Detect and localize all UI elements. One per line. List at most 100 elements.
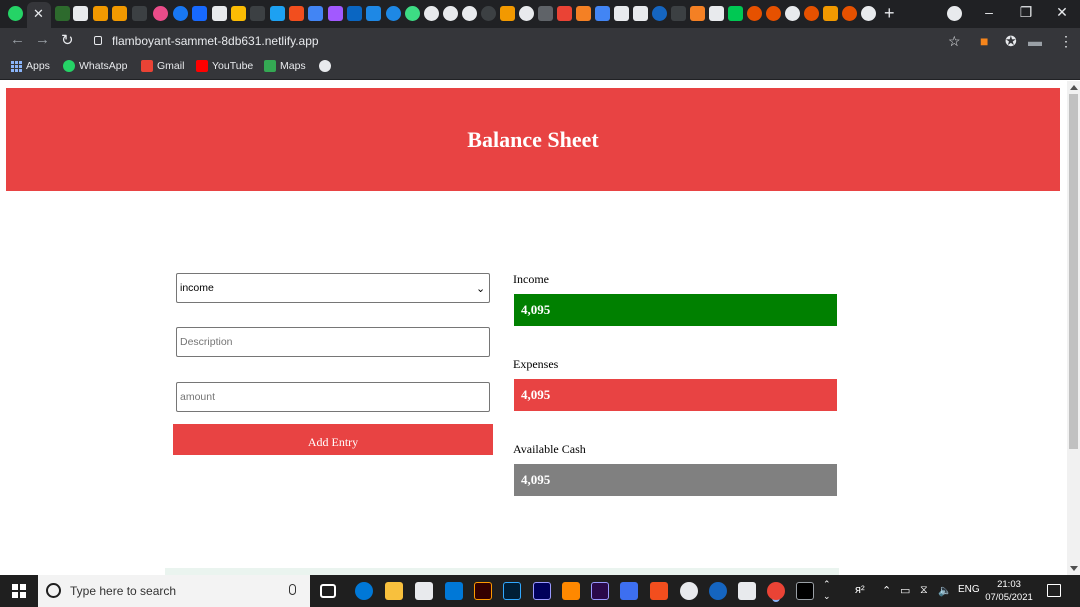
bookmark-whatsapp[interactable]: WhatsApp (63, 60, 127, 72)
volume-icon[interactable]: 🔈 (938, 584, 952, 597)
gmail-tab-icon[interactable] (557, 6, 572, 21)
tab-icon[interactable] (424, 6, 439, 21)
vertical-scrollbar[interactable] (1067, 81, 1080, 575)
scroll-up-arrow-icon[interactable] (1070, 85, 1078, 90)
behance-tab-icon[interactable] (192, 6, 207, 21)
tab-icon[interactable] (73, 6, 88, 21)
tab-icon[interactable] (366, 6, 381, 21)
tab-icon[interactable] (405, 6, 420, 21)
app-icon[interactable] (620, 582, 638, 600)
reload-icon[interactable]: ↻ (61, 31, 74, 49)
battery-icon[interactable]: ▭ (900, 584, 910, 597)
after-effects-icon[interactable] (533, 582, 551, 600)
tab-icon[interactable] (462, 6, 477, 21)
tab-icon[interactable] (614, 6, 629, 21)
tab-icon[interactable] (671, 6, 686, 21)
tab-icon[interactable] (842, 6, 857, 21)
show-hidden-icons[interactable]: ⌃ (882, 584, 891, 597)
terminal-icon[interactable] (796, 582, 814, 600)
extensions-icon[interactable]: ✪ (1005, 33, 1017, 50)
tab-icon[interactable] (690, 6, 705, 21)
file-explorer-icon[interactable] (385, 582, 403, 600)
extension-icon[interactable]: ▬ (1028, 33, 1042, 49)
description-input[interactable] (176, 327, 490, 357)
people-icon[interactable]: я² (855, 584, 865, 596)
twitter-tab-icon[interactable] (270, 6, 285, 21)
figma-tab-icon[interactable] (289, 6, 304, 21)
tab-icon[interactable] (443, 6, 458, 21)
tab-icon[interactable] (766, 6, 781, 21)
tab-icon[interactable] (519, 6, 534, 21)
tab-icon[interactable] (500, 6, 515, 21)
illustrator-icon[interactable] (474, 582, 492, 600)
back-icon[interactable]: ← (10, 31, 25, 48)
tab-icon[interactable] (595, 6, 610, 21)
tab-icon[interactable] (386, 6, 401, 21)
entry-type-select[interactable]: income (176, 273, 490, 303)
store-icon[interactable] (415, 582, 433, 600)
tab-icon[interactable] (55, 6, 70, 21)
tab-icon[interactable] (633, 6, 648, 21)
bookmark-maps[interactable]: Maps (264, 60, 306, 72)
github-tab-icon[interactable] (481, 6, 496, 21)
language-indicator[interactable]: ENG (958, 584, 980, 595)
profile-icon[interactable] (947, 6, 962, 21)
slack-icon[interactable] (680, 582, 698, 600)
mail-icon[interactable] (445, 582, 463, 600)
close-window-icon[interactable]: ✕ (1047, 4, 1077, 21)
tab-icon[interactable] (804, 6, 819, 21)
bookmark-gmail[interactable]: Gmail (141, 60, 184, 72)
tab-icon[interactable] (112, 6, 127, 21)
tab-icon[interactable] (93, 6, 108, 21)
microphone-icon[interactable] (289, 584, 296, 595)
linkedin-tab-icon[interactable] (347, 6, 362, 21)
google-tab-icon[interactable] (861, 6, 876, 21)
figma-icon[interactable] (650, 582, 668, 600)
task-view-icon[interactable] (320, 584, 336, 598)
tab-icon[interactable] (709, 6, 724, 21)
tab-icon[interactable] (538, 6, 553, 21)
add-entry-button[interactable]: Add Entry (173, 424, 493, 455)
active-tab[interactable]: ✕ (27, 2, 51, 28)
taskbar-search-box[interactable]: Type here to search (38, 575, 310, 607)
tab-icon[interactable] (747, 6, 762, 21)
minimize-icon[interactable]: – (974, 4, 1004, 20)
tab-icon[interactable] (132, 6, 147, 21)
notion-tab-icon[interactable] (212, 6, 227, 21)
app-icon[interactable] (738, 582, 756, 600)
close-tab-icon[interactable]: ✕ (33, 6, 44, 22)
address-bar[interactable]: flamboyant-sammet-8db631.netlify.app (112, 34, 319, 48)
amount-input[interactable] (176, 382, 490, 412)
app-icon[interactable] (709, 582, 727, 600)
tab-icon[interactable] (823, 6, 838, 21)
google-tab-icon[interactable] (785, 6, 800, 21)
wifi-icon[interactable]: ⧖ (920, 584, 928, 597)
bookmark-star-icon[interactable]: ☆ (948, 33, 961, 50)
tab-icon[interactable] (231, 6, 246, 21)
bookmark-apps[interactable]: Apps (11, 60, 50, 72)
notifications-icon[interactable] (1047, 584, 1061, 597)
photoshop-icon[interactable] (503, 582, 521, 600)
metamask-extension-icon[interactable]: ■ (980, 33, 988, 49)
clock[interactable]: 21:03 07/05/2021 (978, 578, 1040, 604)
windows-start-icon[interactable] (12, 584, 26, 598)
stackoverflow-tab-icon[interactable] (576, 6, 591, 21)
tab-icon[interactable] (652, 6, 667, 21)
docs-tab-icon[interactable] (308, 6, 323, 21)
chrome-icon[interactable] (767, 582, 785, 600)
bookmark-globe[interactable] (319, 60, 331, 72)
whatsapp-tab-icon[interactable] (8, 6, 23, 21)
taskbar-overflow-icon[interactable]: ⌃ ⌄ (823, 578, 831, 602)
tab-icon[interactable] (728, 6, 743, 21)
scroll-down-arrow-icon[interactable] (1070, 566, 1078, 571)
premiere-icon[interactable] (591, 582, 609, 600)
bookmark-youtube[interactable]: YouTube (196, 60, 253, 72)
tab-icon[interactable] (250, 6, 265, 21)
restore-icon[interactable]: ❐ (1011, 4, 1041, 21)
figma-tab-icon[interactable] (328, 6, 343, 21)
facebook-tab-icon[interactable] (173, 6, 188, 21)
menu-icon[interactable]: ⋮ (1059, 33, 1073, 50)
scrollbar-thumb[interactable] (1069, 94, 1078, 449)
dribbble-tab-icon[interactable] (153, 6, 168, 21)
new-tab-button[interactable]: + (884, 3, 895, 24)
